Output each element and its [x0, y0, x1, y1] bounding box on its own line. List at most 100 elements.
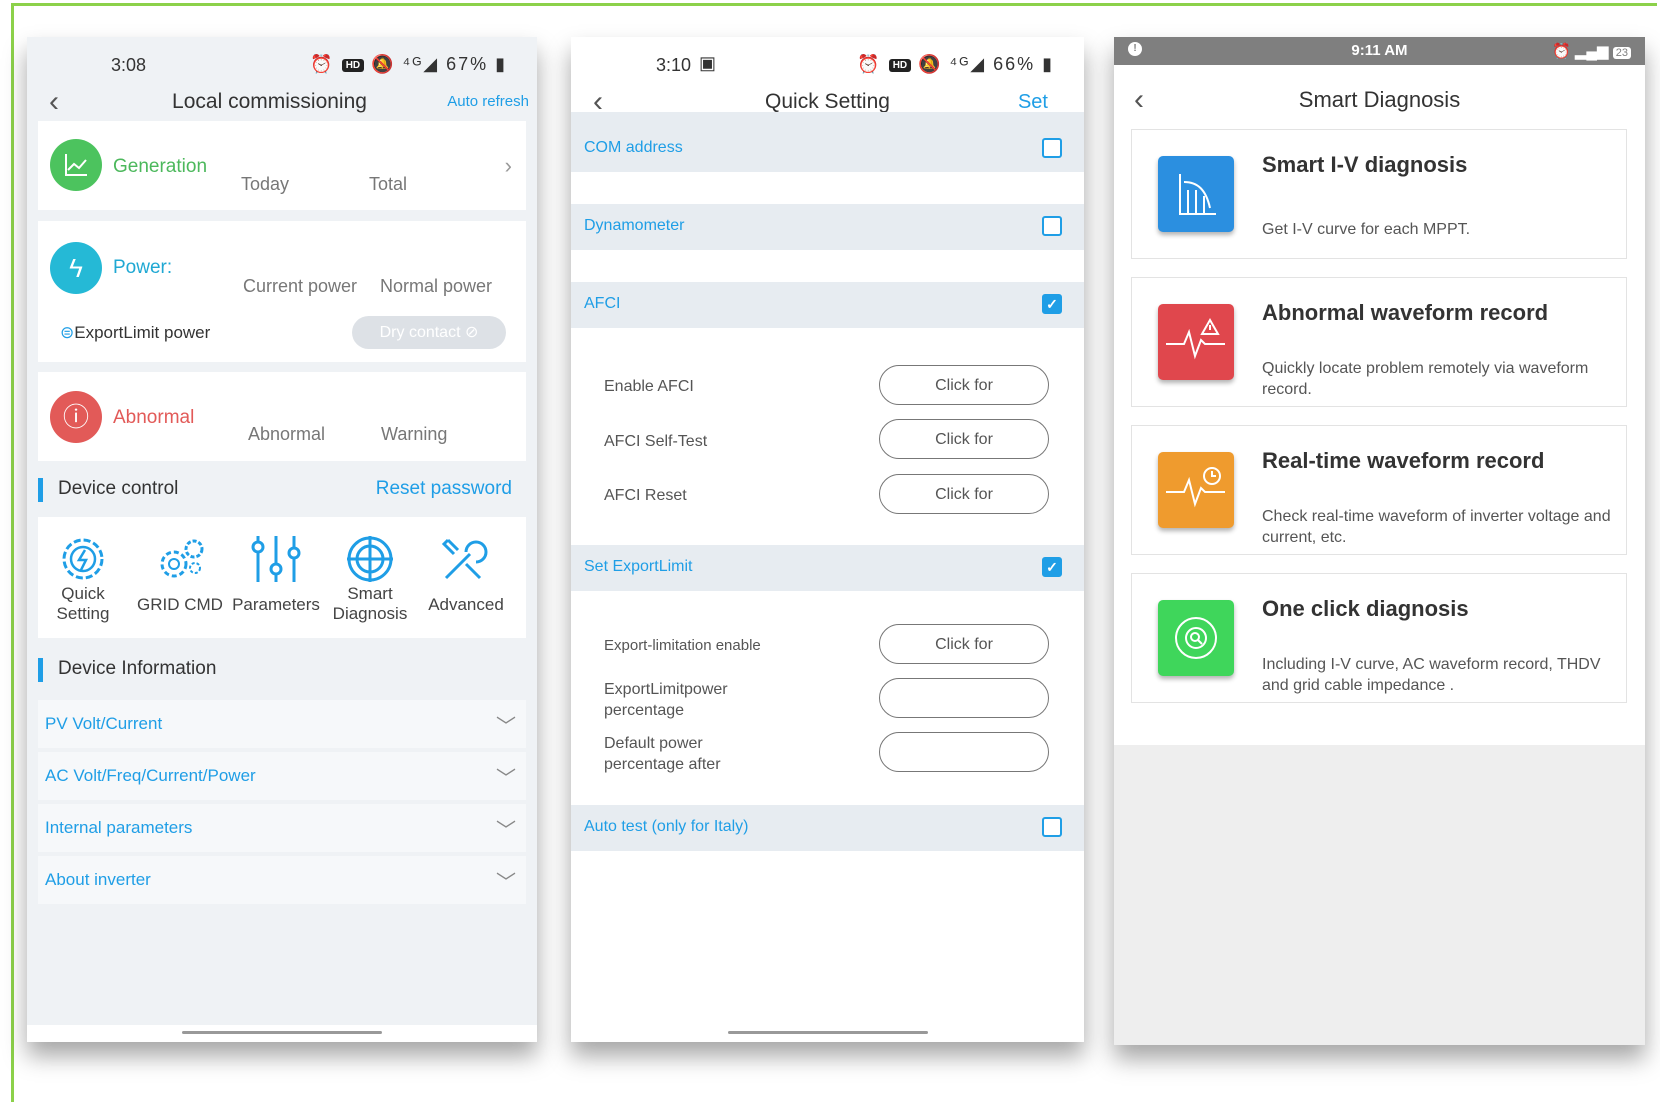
default-power-label: Default power percentage after [604, 735, 721, 773]
export-limit-row[interactable]: Set ExportLimit ✓ [571, 545, 1084, 591]
afci-checkbox[interactable]: ✓ [1042, 294, 1062, 314]
auto-test-row[interactable]: Auto test (only for Italy) [571, 805, 1084, 851]
card-description: Check real-time waveform of inverter vol… [1262, 508, 1611, 546]
generation-label: Generation [113, 156, 208, 177]
parameters-tool[interactable]: Parameters [226, 534, 326, 615]
auto-test-checkbox[interactable] [1042, 817, 1062, 837]
abnormal-card[interactable]: ⓘ Abnormal Abnormal Warning [38, 372, 526, 461]
com-address-label: COM address [584, 139, 683, 156]
card-description: Quickly locate problem remotely via wave… [1262, 360, 1589, 398]
accordion-internal[interactable]: Internal parameters ﹀ [38, 804, 526, 852]
smart-diagnosis-screen: ! 9:11 AM ⏰ ▂▄▆ 23 ‹ Smart Diagnosis Sma… [1114, 37, 1645, 1045]
export-enable-button[interactable]: Click for [879, 624, 1049, 664]
chevron-down-icon: ﹀ [496, 768, 516, 790]
abnormal-waveform-card[interactable]: Abnormal waveform record Quickly locate … [1131, 277, 1627, 407]
abnormal-count-label: Abnormal [248, 424, 326, 444]
enable-afci-button[interactable]: Click for [879, 365, 1049, 405]
disabled-icon: ⊘ [464, 324, 479, 341]
card-title: Real-time waveform record [1262, 448, 1545, 473]
afci-self-test-button[interactable]: Click for [879, 419, 1049, 459]
card-title: Abnormal waveform record [1262, 300, 1549, 325]
battery-badge: 23 [1612, 47, 1631, 59]
default-power-input[interactable] [879, 732, 1049, 772]
afci-self-test-label: AFCI Self-Test [604, 433, 708, 450]
device-info-header: Device Information [38, 650, 526, 690]
quick-setting-tool[interactable]: Quick Setting [43, 534, 123, 624]
accordion-about[interactable]: About inverter ﹀ [38, 856, 526, 904]
generation-card[interactable]: Generation Today Total › [38, 121, 526, 210]
realtime-waveform-card[interactable]: Real-time waveform record Check real-tim… [1131, 425, 1627, 555]
reset-password-link[interactable]: Reset password [376, 478, 512, 500]
accordion-label: AC Volt/Freq/Current/Power [45, 766, 256, 785]
status-icons: ⏰ HD 🔕 ⁴ᴳ◢ 67% ▮ [310, 54, 507, 74]
divider [571, 112, 1084, 126]
export-limit-label: Set ExportLimit [584, 558, 693, 575]
card-description: Get I-V curve for each MPPT. [1262, 221, 1471, 238]
status-time: 3:08 [111, 55, 147, 75]
chevron-down-icon: ﹀ [496, 716, 516, 738]
advanced-label: Advanced [428, 595, 504, 614]
tools-icon [441, 538, 488, 580]
device-info-title: Device Information [58, 658, 217, 679]
page-title: Smart Diagnosis [1298, 87, 1461, 112]
image-icon: ▣ [699, 53, 717, 73]
radar-icon [347, 536, 393, 582]
card-title: Smart I-V diagnosis [1262, 152, 1468, 177]
afci-reset-label: AFCI Reset [604, 487, 687, 504]
battery-level: 66% [993, 54, 1036, 74]
smart-diagnosis-tool[interactable]: Smart Diagnosis [325, 534, 415, 624]
local-commissioning-screen: 3:08 ⏰ HD 🔕 ⁴ᴳ◢ 67% ▮ ‹ Local commission… [27, 37, 537, 1042]
card-title: One click diagnosis [1262, 596, 1469, 621]
abnormal-label: Abnormal [113, 407, 195, 428]
afci-reset-button[interactable]: Click for [879, 474, 1049, 514]
dynamometer-label: Dynamometer [584, 217, 685, 234]
power-card: ϟ Power: Current power Normal power ⊜Exp… [38, 221, 526, 362]
grid-cmd-label: GRID CMD [137, 595, 223, 614]
export-limit-label: ExportLimit power [74, 323, 211, 342]
waveform-alert-icon [1158, 304, 1234, 380]
accordion-pv[interactable]: PV Volt/Current ﹀ [38, 700, 526, 748]
status-icons: ⏰ ▂▄▆ 23 [1552, 42, 1631, 60]
grid-cmd-tool[interactable]: GRID CMD [130, 534, 230, 615]
warning-count-label: Warning [381, 424, 448, 444]
chevron-down-icon: ﹀ [496, 820, 516, 842]
device-control-header: Device control Reset password [38, 470, 526, 510]
dynamometer-row[interactable]: Dynamometer [571, 204, 1084, 250]
device-control-title: Device control [58, 478, 179, 499]
accordion-ac[interactable]: AC Volt/Freq/Current/Power ﹀ [38, 752, 526, 800]
status-time: 3:10 [656, 55, 692, 75]
battery-level: 67% [446, 54, 489, 74]
section-marker [38, 478, 43, 502]
com-address-checkbox[interactable] [1042, 138, 1062, 158]
total-label: Total [369, 174, 408, 194]
one-click-diagnosis-card[interactable]: One click diagnosis Including I-V curve,… [1131, 573, 1627, 703]
afci-row[interactable]: AFCI ✓ [571, 282, 1084, 328]
auto-test-label: Auto test (only for Italy) [584, 818, 749, 835]
waveform-clock-icon [1158, 452, 1234, 528]
power-label: Power: [113, 257, 173, 278]
com-address-row[interactable]: COM address [571, 126, 1084, 172]
nav-bar: ‹ Smart Diagnosis [1114, 73, 1645, 127]
today-label: Today [241, 174, 290, 194]
section-marker [38, 658, 43, 682]
sliders-icon [251, 536, 301, 582]
smart-diagnosis-label: Smart Diagnosis [332, 584, 408, 623]
alert-icon: ⓘ [50, 391, 102, 443]
enable-afci-label: Enable AFCI [604, 378, 694, 395]
iv-diagnosis-card[interactable]: Smart I-V diagnosis Get I-V curve for ea… [1131, 129, 1627, 259]
chevron-down-icon: ﹀ [496, 872, 516, 894]
export-limit-checkbox[interactable]: ✓ [1042, 557, 1062, 577]
export-percentage-input[interactable] [879, 678, 1049, 718]
chart-icon [50, 139, 102, 191]
auto-refresh-button[interactable]: Auto refresh [447, 82, 529, 122]
scan-icon [1158, 600, 1234, 676]
accordion-label: Internal parameters [45, 818, 193, 837]
nav-bar: ‹ Local commissioning Auto refresh [27, 82, 537, 122]
dynamometer-checkbox[interactable] [1042, 216, 1062, 236]
status-bar: ! 9:11 AM ⏰ ▂▄▆ 23 [1114, 37, 1645, 65]
iv-curve-icon [1158, 156, 1234, 232]
dry-contact-button[interactable]: Dry contact ⊘ [352, 316, 506, 349]
current-power-label: Current power [243, 276, 358, 296]
home-indicator [182, 1031, 382, 1034]
advanced-tool[interactable]: Advanced [416, 534, 516, 615]
